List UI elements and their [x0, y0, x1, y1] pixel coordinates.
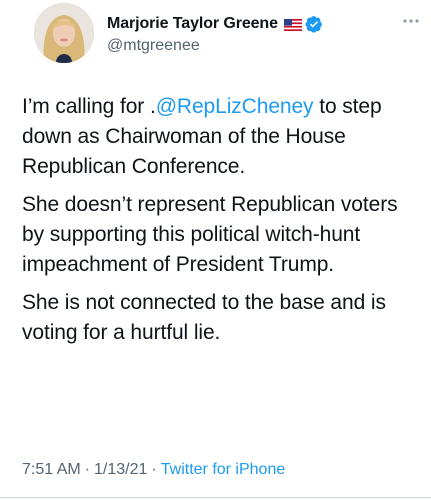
- tweet-meta: 7:51 AM · 1/13/21 · Twitter for iPhone: [22, 461, 285, 479]
- tweet-paragraph: She is not connected to the base and is …: [22, 291, 386, 344]
- mention-link[interactable]: @RepLizCheney: [156, 95, 314, 118]
- tweet-paragraph: I’m calling for .@RepLizCheney to step d…: [22, 92, 414, 182]
- user-handle[interactable]: @mtgreenee: [107, 37, 200, 55]
- avatar[interactable]: [34, 3, 94, 63]
- meta-separator: ·: [151, 461, 157, 478]
- tweet-time[interactable]: 7:51 AM: [22, 461, 81, 479]
- tweet-source-link[interactable]: Twitter for iPhone: [161, 461, 286, 479]
- meta-separator: ·: [84, 461, 91, 478]
- tweet-date[interactable]: 1/13/21: [94, 461, 147, 479]
- avatar-image: [34, 3, 94, 63]
- paragraph-prefix: I’m calling for .: [22, 95, 156, 118]
- display-name[interactable]: Marjorie Taylor Greene: [107, 15, 278, 33]
- us-flag-icon: [283, 18, 302, 31]
- name-row: Marjorie Taylor Greene: [107, 13, 323, 35]
- tweet-paragraph: She doesn’t represent Republican voters …: [22, 193, 398, 276]
- more-options-icon[interactable]: [396, 11, 426, 31]
- divider: [0, 497, 431, 498]
- tweet-header: Marjorie Taylor Greene @mtgreenee: [34, 3, 424, 67]
- tweet-card: Marjorie Taylor Greene @mtgreenee I’m ca…: [0, 0, 431, 500]
- tweet-text: I’m calling for .@RepLizCheney to step d…: [22, 92, 414, 356]
- verified-badge-icon: [305, 15, 323, 33]
